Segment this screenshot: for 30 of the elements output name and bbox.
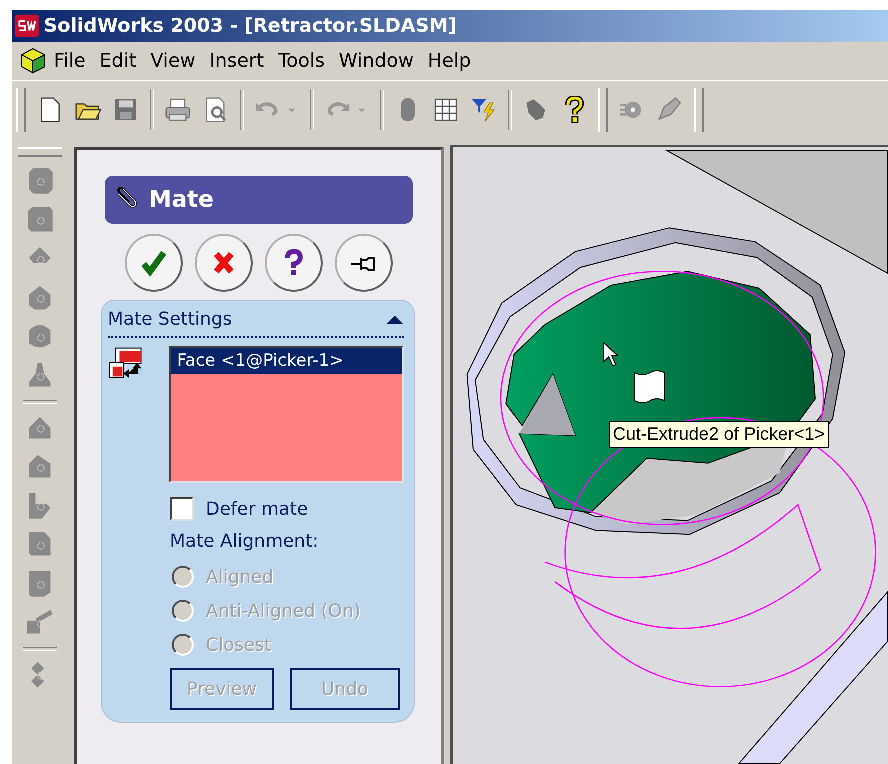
- selection-item[interactable]: Face <1@Picker-1>: [171, 348, 402, 374]
- selection-list[interactable]: Face <1@Picker-1>: [169, 346, 404, 483]
- menu-item[interactable]: Insert: [210, 48, 276, 74]
- menu-item[interactable]: Help: [428, 48, 484, 74]
- tooltip: Cut-Extrude2 of Picker<1>: [609, 421, 830, 448]
- menu-item[interactable]: File: [54, 48, 98, 74]
- panel-title: Mate: [149, 187, 214, 213]
- toolbar-grip[interactable]: [598, 88, 608, 132]
- toolbar-grip[interactable]: [16, 88, 26, 132]
- checkbox[interactable]: [170, 497, 194, 521]
- toolbar-grip[interactable]: [694, 88, 704, 132]
- menu-item[interactable]: Window: [339, 48, 426, 74]
- grid-icon[interactable]: [432, 96, 460, 124]
- faces-icon: [108, 346, 144, 380]
- menu-item[interactable]: Tools: [278, 48, 337, 74]
- menu-item[interactable]: View: [150, 48, 208, 74]
- window-title: SolidWorks 2003 - [Retractor.SLDASM]: [44, 15, 457, 37]
- app-logo-icon: [14, 14, 40, 38]
- feature-tool-icon[interactable]: [25, 205, 55, 235]
- radio-label: Aligned: [206, 566, 274, 588]
- radio-label: Closest: [206, 634, 272, 656]
- menu-item[interactable]: Edit: [100, 48, 149, 74]
- checkbox-label: Defer mate: [206, 498, 308, 520]
- collapse-caret-icon[interactable]: [386, 314, 404, 325]
- radio-label: Anti-Aligned (On): [206, 600, 361, 622]
- field-label: Mate Alignment:: [170, 531, 320, 552]
- cursor-icon: [603, 342, 619, 368]
- group-title: Mate Settings: [108, 309, 232, 330]
- flag-icon: [633, 369, 667, 405]
- printer-icon[interactable]: [164, 96, 192, 124]
